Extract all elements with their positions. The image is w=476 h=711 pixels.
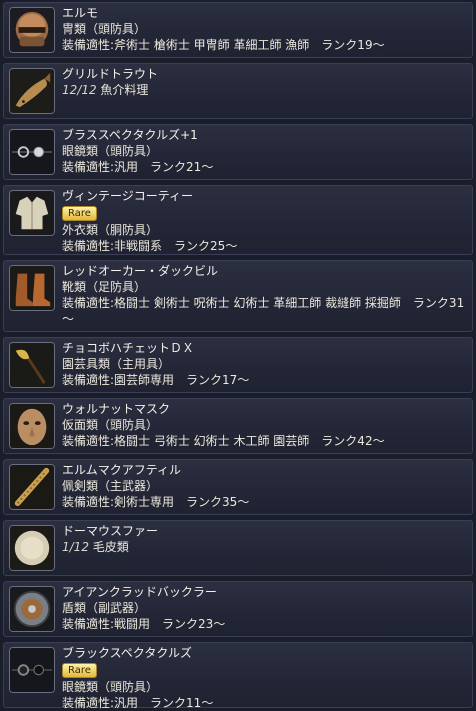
item-category: 冑類（頭防具）: [62, 22, 147, 36]
item-category: 魚介料理: [100, 83, 149, 97]
item-row[interactable]: アイアンクラッドバックラー 盾類（副武器） 装備適性:戦闘用 ランク23～: [3, 581, 473, 637]
item-quantity: 12/12: [62, 83, 97, 97]
item-requirement: 装備適性:格闘士 弓術士 幻術士 木工師 園芸師 ランク42～: [62, 434, 385, 448]
item-quantity: 1/12: [62, 540, 89, 554]
spectacles-icon: [9, 647, 55, 693]
item-row[interactable]: レッドオーカー・ダックビル 靴類（足防具） 装備適性:格闘士 剣術士 呪術士 幻…: [3, 260, 473, 332]
fish-icon: [9, 68, 55, 114]
item-requirement: 装備適性:非戦闘系 ランク25～: [62, 239, 238, 253]
hatchet-icon: [9, 342, 55, 388]
item-category: 靴類（足防具）: [62, 280, 147, 294]
item-name: ウォルナットマスク: [62, 402, 171, 416]
item-name: ヴィンテージコーティー: [62, 189, 194, 203]
item-category: 眼鏡類（頭防具）: [62, 680, 159, 694]
item-requirement: 装備適性:格闘士 剣術士 呪術士 幻術士 革細工師 裁縫師 採掘師 ランク31～: [62, 296, 465, 326]
item-category: 園芸具類（主用具）: [62, 357, 171, 371]
item-row[interactable]: ブラススペクタクルズ+1 眼鏡類（頭防具） 装備適性:汎用 ランク21～: [3, 124, 473, 180]
item-category: 佩剣類（主武器）: [62, 479, 159, 493]
helmet-icon: [9, 7, 55, 53]
item-name: レッドオーカー・ダックビル: [62, 264, 219, 278]
item-name: グリルドトラウト: [62, 67, 159, 81]
item-row[interactable]: エルムマクアフティル 佩剣類（主武器） 装備適性:剣術士専用 ランク35～: [3, 459, 473, 515]
item-row[interactable]: チョコボハチェットＤＸ 園芸具類（主用具） 装備適性:園芸師専用 ランク17～: [3, 337, 473, 393]
coat-icon: [9, 190, 55, 236]
item-requirement: 装備適性:剣術士専用 ランク35～: [62, 495, 250, 509]
spectacles-icon: [9, 129, 55, 175]
boots-icon: [9, 265, 55, 311]
item-name: エルモ: [62, 6, 99, 20]
item-row[interactable]: ブラックスペクタクルズ Rare 眼鏡類（頭防具） 装備適性:汎用 ランク11～: [3, 642, 473, 710]
item-category: 眼鏡類（頭防具）: [62, 144, 159, 158]
item-name: ブラックスペクタクルズ: [62, 646, 192, 660]
buckler-icon: [9, 586, 55, 632]
item-name: アイアンクラッドバックラー: [62, 585, 217, 599]
item-category: 仮面類（頭防具）: [62, 418, 159, 432]
rare-badge: Rare: [62, 663, 97, 678]
item-name: ドーマウスファー: [62, 524, 159, 538]
item-requirement: 装備適性:園芸師専用 ランク17～: [62, 373, 250, 387]
item-category: 毛皮類: [92, 540, 129, 554]
mask-icon: [9, 403, 55, 449]
item-name: エルムマクアフティル: [62, 463, 182, 477]
item-category: 盾類（副武器）: [62, 601, 147, 615]
club-icon: [9, 464, 55, 510]
item-name: チョコボハチェットＤＸ: [62, 341, 195, 355]
item-list: エルモ 冑類（頭防具） 装備適性:斧術士 槍術士 甲冑師 革細工師 漁師 ランク…: [0, 0, 476, 710]
item-row[interactable]: ドーマウスファー 1/12 毛皮類: [3, 520, 473, 576]
item-category: 外衣類（胴防具）: [62, 223, 159, 237]
item-row[interactable]: ウォルナットマスク 仮面類（頭防具） 装備適性:格闘士 弓術士 幻術士 木工師 …: [3, 398, 473, 454]
item-row[interactable]: エルモ 冑類（頭防具） 装備適性:斧術士 槍術士 甲冑師 革細工師 漁師 ランク…: [3, 2, 473, 58]
item-requirement: 装備適性:斧術士 槍術士 甲冑師 革細工師 漁師 ランク19～: [62, 38, 385, 52]
item-requirement: 装備適性:汎用 ランク21～: [62, 160, 214, 174]
rare-badge: Rare: [62, 206, 97, 221]
item-row[interactable]: ヴィンテージコーティー Rare 外衣類（胴防具） 装備適性:非戦闘系 ランク2…: [3, 185, 473, 255]
item-requirement: 装備適性:戦闘用 ランク23～: [62, 617, 226, 631]
fur-icon: [9, 525, 55, 571]
item-name: ブラススペクタクルズ+1: [62, 128, 198, 142]
item-row[interactable]: グリルドトラウト 12/12 魚介料理: [3, 63, 473, 119]
